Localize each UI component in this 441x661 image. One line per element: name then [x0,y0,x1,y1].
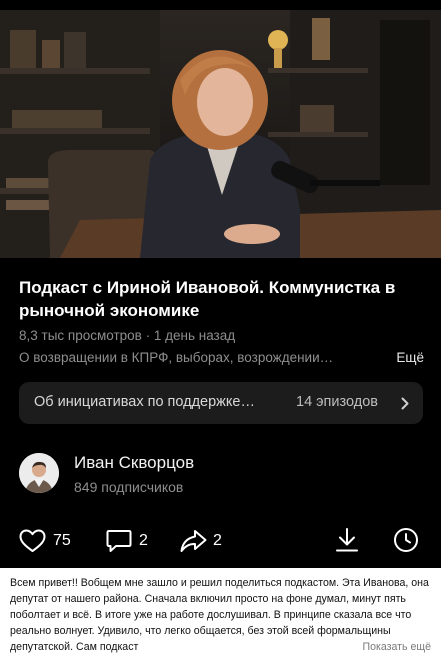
comment-preview[interactable]: Всем привет!! Вобщем мне зашло и решил п… [0,568,441,661]
chevron-right-icon [401,397,409,415]
download-icon [336,528,358,552]
comment-fade [305,639,345,655]
video-description-row[interactable]: О возвращении в КПРФ, выборах, возрожден… [19,350,424,370]
comment-bubble-icon [106,530,132,552]
video-meta: 8,3 тыс просмотров · 1 день назад [19,328,235,343]
like-count: 75 [53,532,71,549]
description-more-link[interactable]: Ещё [396,350,424,365]
action-bar: 75 2 2 [0,523,441,557]
heart-icon [19,529,46,552]
channel-name[interactable]: Иван Скворцов [74,453,194,473]
watch-later-button[interactable] [393,523,419,557]
video-description: О возвращении в КПРФ, выборах, возрожден… [19,350,334,365]
like-button[interactable]: 75 [19,523,77,557]
subscriber-count: 849 подписчиков [74,479,184,495]
share-count: 2 [213,532,222,549]
show-more-link[interactable]: Показать ещё [360,639,431,655]
publish-date: 1 день назад [153,328,236,343]
clock-icon [394,528,418,552]
share-button[interactable]: 2 [180,523,226,557]
playlist-title: Об инициативах по поддержке… [34,394,255,410]
view-count: 8,3 тыс просмотров [19,328,142,343]
video-title: Подкаст с Ириной Ивановой. Коммунистка в… [19,278,396,320]
comments-button[interactable]: 2 [106,523,152,557]
video-player[interactable] [0,10,441,258]
meta-separator: · [141,328,154,343]
share-arrow-icon [180,530,207,552]
download-button[interactable] [335,523,359,557]
playlist-card[interactable]: Об инициативах по поддержке… 14 эпизодов [19,382,423,424]
video-frame [0,10,441,258]
playlist-episode-count: 14 эпизодов [296,394,378,410]
channel-avatar[interactable] [19,453,59,493]
comment-count: 2 [139,532,148,549]
